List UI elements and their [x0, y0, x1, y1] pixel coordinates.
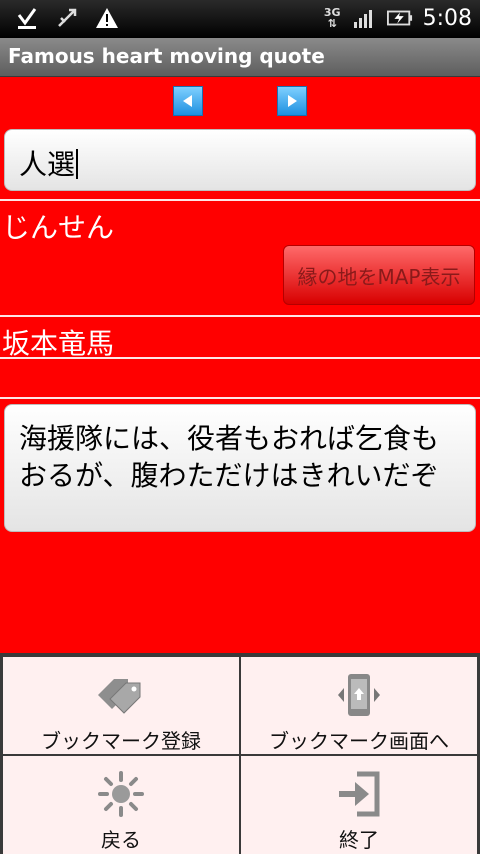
reading-text: じんせん	[2, 211, 115, 244]
bookmark-screen-icon	[338, 674, 380, 716]
divider	[0, 315, 480, 317]
exit-icon	[339, 771, 380, 817]
signal-icon	[351, 4, 377, 32]
download-complete-icon	[14, 4, 40, 32]
word-input-value: 人選	[19, 148, 76, 181]
bookmark-add-menu-item[interactable]: ブックマーク登録	[3, 657, 239, 754]
system-icons: 3G ⇅ 5:08	[324, 4, 472, 32]
arrow-left-icon	[183, 95, 192, 107]
battery-charging-icon	[386, 4, 413, 32]
exit-menu-item[interactable]: 終了	[241, 756, 477, 854]
arrow-right-icon	[288, 95, 297, 107]
warning-icon	[94, 4, 120, 32]
text-caret	[76, 149, 79, 179]
title-bar: Famous heart moving quote	[0, 38, 480, 77]
quote-text: 海援隊には、役者もおれば乞食もおるが、腹わただけはきれいだぞ	[19, 422, 440, 492]
author-text: 坂本竜馬	[2, 327, 115, 360]
menu-item-label: 終了	[339, 828, 379, 852]
status-bar: 3G ⇅ 5:08	[0, 0, 480, 38]
back-menu-item[interactable]: 戻る	[3, 756, 239, 854]
usb-debug-icon	[54, 4, 80, 32]
quote-text-box[interactable]: 海援隊には、役者もおれば乞食もおるが、腹わただけはきれいだぞ	[4, 404, 476, 532]
bookmark-screen-menu-item[interactable]: ブックマーク画面へ	[241, 657, 477, 754]
divider	[0, 199, 480, 201]
divider	[0, 357, 480, 359]
previous-button[interactable]	[173, 86, 203, 116]
network-type-label: 3G	[323, 6, 341, 19]
next-button[interactable]	[277, 86, 307, 116]
menu-item-label: 戻る	[101, 828, 141, 852]
clock: 5:08	[422, 5, 472, 31]
menu-item-label: ブックマーク画面へ	[269, 729, 449, 753]
notification-icons	[14, 4, 120, 32]
word-input[interactable]: 人選	[4, 129, 476, 191]
network-type: 3G ⇅	[323, 6, 341, 30]
app-title: Famous heart moving quote	[8, 44, 325, 68]
map-display-button[interactable]: 縁の地をMAP表示	[283, 245, 475, 305]
sun-back-icon	[98, 771, 144, 817]
options-menu: ブックマーク登録 ブックマーク画面へ 戻る 終了	[0, 653, 480, 854]
divider	[0, 397, 480, 399]
menu-item-label: ブックマーク登録	[41, 729, 201, 753]
bookmark-tags-icon	[98, 679, 141, 714]
